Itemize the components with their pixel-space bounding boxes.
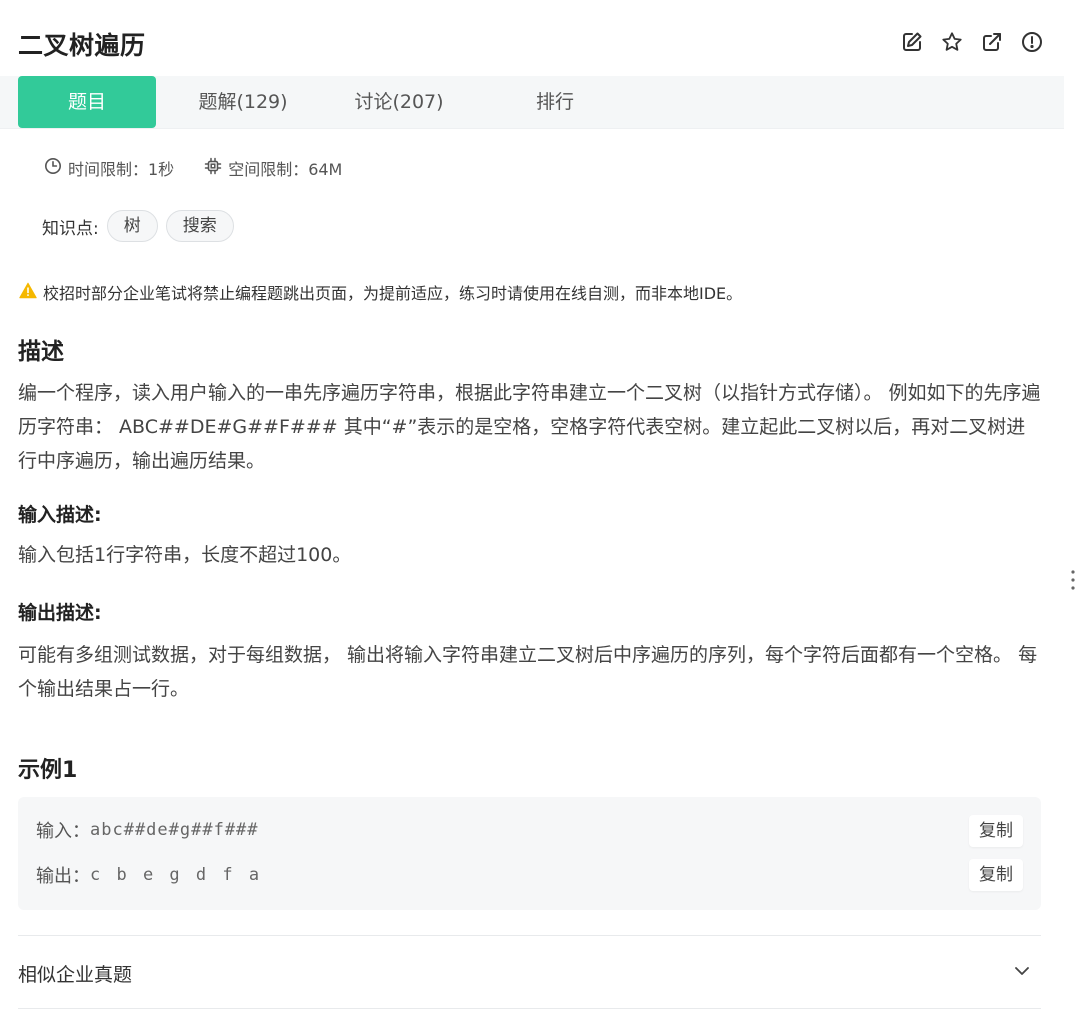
tab-bar: 题目 题解(129) 讨论(207) 排行 <box>0 76 1064 129</box>
tag-search[interactable]: 搜索 <box>165 210 234 242</box>
chevron-down-icon[interactable] <box>1013 962 1031 984</box>
report-icon[interactable] <box>1020 30 1044 54</box>
tab-ranking[interactable]: 排行 <box>490 76 620 128</box>
input-desc-text: 输入包括1行字符串，长度不超过100。 <box>18 544 352 566</box>
output-desc-heading: 输出描述: <box>18 602 102 624</box>
warning-icon <box>19 282 37 303</box>
star-icon[interactable] <box>940 30 964 54</box>
sample-heading: 示例1 <box>18 758 78 783</box>
output-desc-text: 可能有多组测试数据，对于每组数据， 输出将输入字符串建立二叉树后中序遍历的序列，… <box>18 644 1038 700</box>
tab-discussion[interactable]: 讨论(207) <box>334 76 464 128</box>
space-limit-text: 空间限制：64M <box>228 160 343 179</box>
limits: 时间限制：1秒 空间限制：64M <box>44 156 372 180</box>
input-desc-heading: 输入描述: <box>18 504 102 526</box>
sample-output-value: c b e g d f a <box>90 865 263 885</box>
chip-icon <box>204 157 222 179</box>
copy-input-button[interactable]: 复制 <box>969 815 1023 847</box>
title-actions <box>900 30 1044 54</box>
panel-resize-handle[interactable] <box>1069 568 1077 596</box>
knowledge-points: 知识点: 树 搜索 <box>42 210 234 242</box>
sample-input-label: 输入： <box>36 821 90 842</box>
similar-questions-label: 相似企业真题 <box>18 964 133 986</box>
time-limit-text: 时间限制：1秒 <box>68 160 175 179</box>
tag-tree[interactable]: 树 <box>106 210 158 242</box>
sample-box: 输入： abc##de#g##f### 复制 输出： c b e g d f a… <box>18 797 1041 910</box>
space-limit: 空间限制：64M <box>204 156 342 180</box>
open-external-icon[interactable] <box>980 30 1004 54</box>
page-title: 二叉树遍历 <box>18 31 146 60</box>
warning-text: 校招时部分企业笔试将禁止编程题跳出页面，为提前适应，练习时请使用在线自测，而非本… <box>43 284 743 303</box>
description-text: 编一个程序，读入用户输入的一串先序遍历字符串，根据此字符串建立一个二叉树（以指针… <box>18 382 1041 472</box>
sample-input-value: abc##de#g##f### <box>90 820 259 840</box>
title-bar: 二叉树遍历 <box>0 0 1064 76</box>
clock-icon <box>44 157 62 179</box>
sample-output-label: 输出： <box>36 866 90 887</box>
sample-input-row: 输入： abc##de#g##f### <box>36 817 259 843</box>
edit-icon[interactable] <box>900 30 924 54</box>
knowledge-label: 知识点: <box>42 218 99 239</box>
time-limit: 时间限制：1秒 <box>44 156 174 180</box>
similar-questions-section[interactable]: 相似企业真题 <box>18 935 1041 1009</box>
warning-notice: 校招时部分企业笔试将禁止编程题跳出页面，为提前适应，练习时请使用在线自测，而非本… <box>19 280 742 304</box>
sample-output-row: 输出： c b e g d f a <box>36 862 262 888</box>
description-heading: 描述 <box>18 339 64 365</box>
tab-problem[interactable]: 题目 <box>18 76 156 128</box>
copy-output-button[interactable]: 复制 <box>969 859 1023 891</box>
tab-solutions[interactable]: 题解(129) <box>178 76 308 128</box>
